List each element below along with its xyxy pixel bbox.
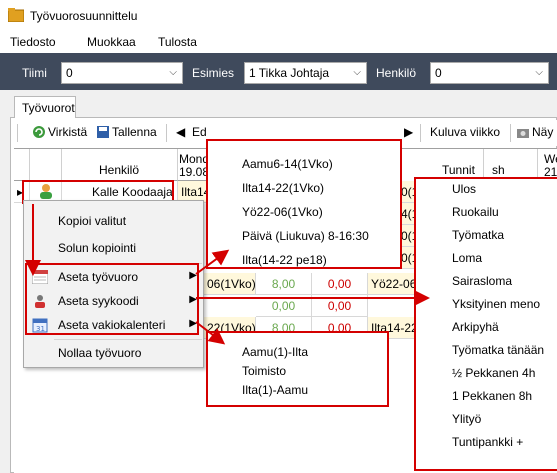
shift-arrow bbox=[195, 249, 230, 275]
calendar-arrow bbox=[195, 321, 226, 345]
annotation-arrows bbox=[25, 204, 430, 345]
